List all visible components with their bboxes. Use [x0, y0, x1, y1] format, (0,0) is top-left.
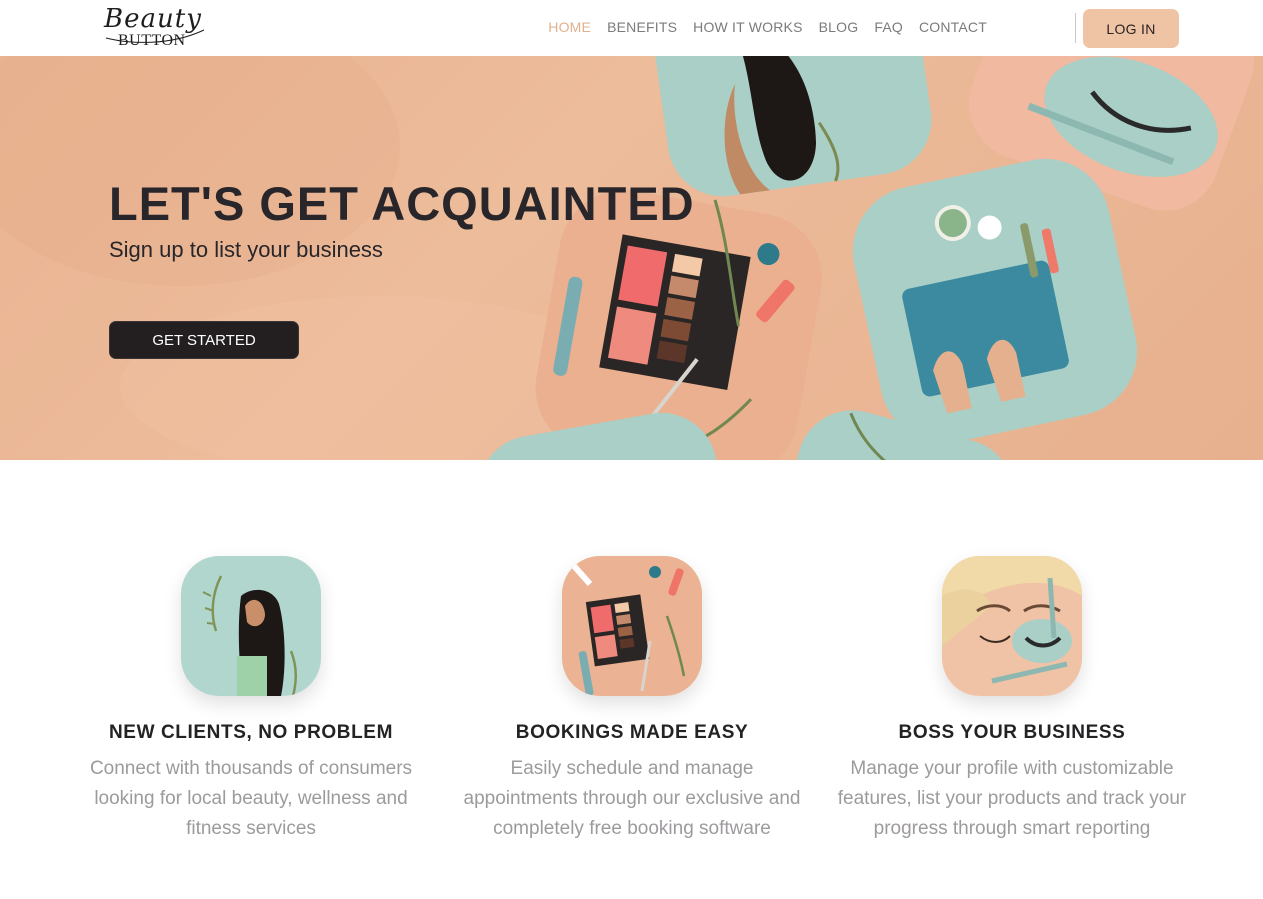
logo-word-text: BUTTON — [118, 32, 186, 49]
nav-benefits[interactable]: BENEFITS — [607, 19, 677, 35]
feature-new-clients: NEW CLIENTS, NO PROBLEM Connect with tho… — [71, 556, 431, 844]
nav-blog[interactable]: BLOG — [819, 19, 859, 35]
lash-treatment-icon — [942, 556, 1082, 696]
logo-script-text: Beauty — [104, 4, 202, 34]
feature-title: NEW CLIENTS, NO PROBLEM — [108, 722, 394, 743]
login-button[interactable]: LOG IN — [1083, 9, 1179, 48]
feature-bookings: BOOKINGS MADE EASY Easily schedule and m… — [452, 556, 812, 844]
nav-home[interactable]: HOME — [548, 19, 591, 35]
feature-boss-business: BOSS YOUR BUSINESS Manage your profile w… — [832, 556, 1192, 844]
nav-contact[interactable]: CONTACT — [919, 19, 987, 35]
feature-title: BOSS YOUR BUSINESS — [898, 722, 1126, 743]
feature-description: Connect with thousands of consumers look… — [89, 758, 413, 839]
site-header: Beauty BUTTON HOME BENEFITS HOW IT WORKS… — [0, 0, 1263, 56]
nav-divider — [1075, 13, 1076, 43]
feature-description: Easily schedule and manage appointments … — [463, 758, 801, 839]
hero-banner: LET'S GET ACQUAINTED Sign up to list you… — [0, 56, 1263, 460]
woman-portrait-icon — [181, 556, 321, 696]
nav-how-it-works[interactable]: HOW IT WORKS — [693, 19, 802, 35]
nav-faq[interactable]: FAQ — [874, 19, 903, 35]
main-nav: HOME BENEFITS HOW IT WORKS BLOG FAQ CONT… — [548, 19, 987, 35]
get-started-button[interactable]: GET STARTED — [109, 321, 299, 359]
makeup-palette-icon — [562, 556, 702, 696]
hero-title: LET'S GET ACQUAINTED — [109, 177, 695, 230]
feature-description: Manage your profile with customizable fe… — [837, 758, 1187, 839]
brand-logo[interactable]: Beauty BUTTON — [100, 4, 210, 52]
hero-subtitle: Sign up to list your business — [109, 237, 383, 262]
feature-title: BOOKINGS MADE EASY — [515, 722, 749, 743]
